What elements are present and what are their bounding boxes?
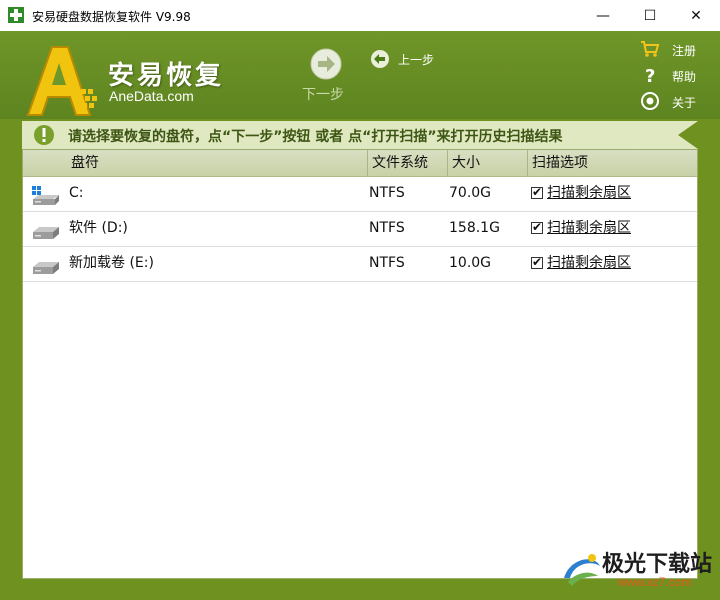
arrow-left-icon [371,50,389,68]
checkmark-icon: ✔ [532,220,543,234]
hard-drive-icon [33,262,59,274]
table-header: 盘符 文件系统 大小 扫描选项 [23,150,697,177]
next-step-label: 下一步 [302,87,344,103]
about-icon [641,92,659,110]
cart-icon [641,41,660,57]
close-icon: ✕ [690,7,702,24]
scan-remaining-link[interactable]: 扫描剩余扇区 [547,211,631,246]
table-row[interactable]: 软件 (D:) NTFS 158.1G ✔ 扫描剩余扇区 [23,211,697,247]
info-icon [34,125,54,145]
scan-remaining-link[interactable]: 扫描剩余扇区 [547,246,631,281]
about-label: 关于 [672,96,697,110]
app-icon [8,7,24,23]
checkmark-icon: ✔ [532,255,543,269]
svg-text:?: ? [645,66,655,85]
help-label: 帮助 [672,70,697,84]
drive-name: C: [69,185,84,201]
title-bar: 安易硬盘数据恢复软件 V9.98 — ☐ ✕ [0,0,720,32]
table-row[interactable]: 新加载卷 (E:) NTFS 10.0G ✔ 扫描剩余扇区 [23,246,697,282]
scan-remaining-checkbox[interactable]: ✔ [531,220,543,234]
hard-drive-icon [33,227,59,239]
logo-title: 安易恢复 [108,61,225,91]
help-link[interactable]: ? 帮助 [638,65,710,87]
previous-step-label: 上一步 [398,53,435,67]
column-filesystem[interactable]: 文件系统 [367,150,447,176]
minimize-button[interactable]: — [580,0,626,31]
watermark-logo-icon [564,554,600,586]
drive-filesystem: NTFS [369,220,405,236]
watermark-text: 极光下载站 [602,552,713,577]
column-scan-option[interactable]: 扫描选项 [527,150,697,176]
window-title: 安易硬盘数据恢复软件 V9.98 [32,10,191,24]
maximize-button[interactable]: ☐ [627,0,673,31]
question-icon: ? [645,66,655,85]
register-label: 注册 [672,44,697,58]
watermark-url: www.xz7.com [618,575,692,589]
drive-filesystem: NTFS [369,255,405,271]
drive-size: 70.0G [449,185,492,201]
checkmark-icon: ✔ [532,185,543,199]
about-link[interactable]: 关于 [638,91,710,113]
windows-drive-icon [32,186,59,205]
watermark: 极光下载站 www.xz7.com [560,546,718,596]
header-band: 安易恢复 AneData.com 下一步 上一步 注册 ? 帮助 关于 [0,31,720,119]
scan-remaining-checkbox[interactable]: ✔ [531,255,543,269]
hint-text: 请选择要恢复的盘符，点“下一步”按钮 或者 点“打开扫描”来打开历史扫描结果 [68,129,563,145]
next-step-button[interactable]: 下一步 [300,48,354,104]
column-size[interactable]: 大小 [447,150,527,176]
drive-size: 158.1G [449,220,500,236]
arrow-right-icon [310,48,342,80]
scan-remaining-link[interactable]: 扫描剩余扇区 [547,176,631,211]
hint-bar: 请选择要恢复的盘符，点“下一步”按钮 或者 点“打开扫描”来打开历史扫描结果 [22,121,698,149]
scan-remaining-checkbox[interactable]: ✔ [531,185,543,199]
close-button[interactable]: ✕ [673,0,719,31]
logo-subtitle: AneData.com [109,88,194,104]
drive-filesystem: NTFS [369,185,405,201]
drive-name: 软件 (D:) [69,220,128,236]
register-link[interactable]: 注册 [638,39,710,61]
logo-a-icon [26,46,97,116]
column-drive[interactable]: 盘符 [67,150,367,176]
drive-name: 新加载卷 (E:) [69,255,154,271]
table-row[interactable]: C: NTFS 70.0G ✔ 扫描剩余扇区 [23,176,697,212]
drive-table: 盘符 文件系统 大小 扫描选项 C: NTFS 70.0G ✔ 扫描剩余扇区 软 [22,149,698,579]
maximize-icon: ☐ [643,7,657,24]
drive-size: 10.0G [449,255,492,271]
minimize-icon: — [596,7,610,24]
